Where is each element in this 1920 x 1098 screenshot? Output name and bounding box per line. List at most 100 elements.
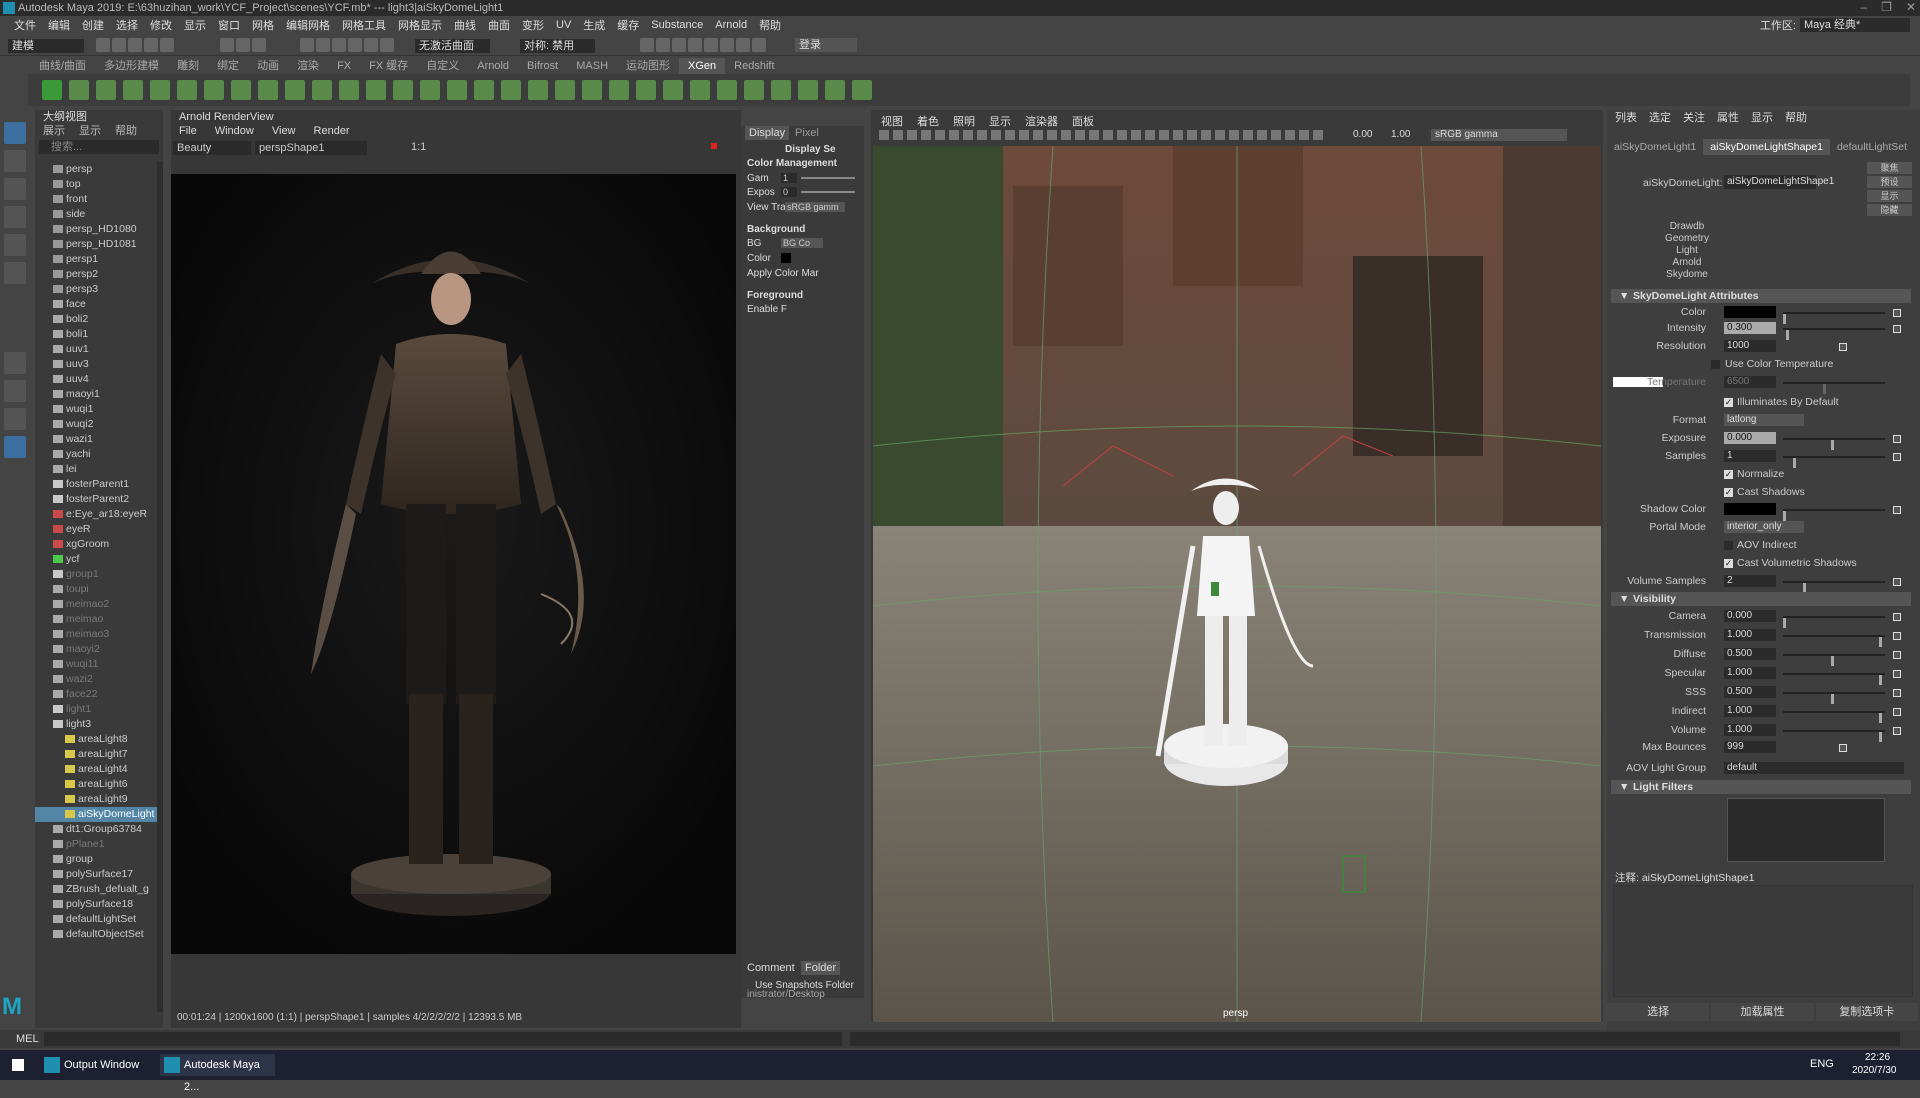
status-tool-icon[interactable] [736, 38, 750, 52]
volume-samples-field[interactable]: 2 [1724, 575, 1776, 587]
outliner-item[interactable]: xgGroom [35, 537, 163, 552]
status-tool-icon[interactable] [144, 38, 158, 52]
shelf-tab[interactable]: 渲染 [288, 58, 328, 74]
status-tool-icon[interactable] [348, 38, 362, 52]
xgen-shelf-icon[interactable] [447, 80, 467, 100]
outliner-layout-icon[interactable] [4, 436, 26, 458]
render-camera-dropdown[interactable]: perspShape1 [255, 141, 367, 155]
outliner-item[interactable]: group1 [35, 567, 163, 582]
presets-button[interactable]: 预设 [1867, 176, 1912, 188]
taskbar-maya[interactable]: Autodesk Maya 2... [160, 1054, 275, 1093]
xgen-shelf-icon[interactable] [501, 80, 521, 100]
attribute-menu-item[interactable]: 显示 [1751, 110, 1773, 126]
xgen-shelf-icon[interactable] [690, 80, 710, 100]
focus-button[interactable]: 聚焦 [1867, 162, 1912, 174]
status-tool-icon[interactable] [672, 38, 686, 52]
color-map-icon[interactable] [1893, 309, 1901, 317]
outliner-item[interactable]: eyeR [35, 522, 163, 537]
render-view-menu-item[interactable]: View [272, 124, 296, 138]
status-tool-icon[interactable] [332, 38, 346, 52]
outliner-item[interactable]: pPlane1 [35, 837, 163, 852]
attribute-menu-item[interactable]: 选定 [1649, 110, 1671, 126]
display-tab[interactable]: Display [745, 126, 790, 140]
viewport-menu-item[interactable]: 视图 [881, 113, 903, 129]
attribute-editor-button[interactable]: 复制选项卡 [1815, 1003, 1918, 1021]
render-view-menu-item[interactable]: Window [215, 124, 254, 138]
viewport-tool-icon[interactable] [893, 130, 903, 140]
paint-select-tool-icon[interactable] [4, 178, 26, 200]
status-tool-icon[interactable] [704, 38, 718, 52]
outliner-item[interactable]: defaultObjectSet [35, 927, 163, 942]
clock-date[interactable]: 2020/7/30 [1852, 1065, 1897, 1076]
windows-start-icon[interactable] [12, 1059, 24, 1071]
viewport-tool-icon[interactable] [1229, 130, 1239, 140]
status-tool-icon[interactable] [220, 38, 234, 52]
xgen-shelf-icon[interactable] [555, 80, 575, 100]
folder-tab[interactable]: Folder [801, 961, 841, 975]
outliner-item[interactable]: areaLight7 [35, 747, 163, 762]
status-tool-icon[interactable] [128, 38, 142, 52]
menu-item[interactable]: 曲线 [448, 17, 482, 33]
menu-item[interactable]: 变形 [516, 17, 550, 33]
xgen-shelf-icon[interactable] [744, 80, 764, 100]
xgen-shelf-icon[interactable] [258, 80, 278, 100]
intensity-slider[interactable] [1783, 328, 1885, 340]
viewport-tool-icon[interactable] [1313, 130, 1323, 140]
live-surface-field[interactable]: 无激活曲面 [415, 39, 490, 53]
menu-item[interactable]: 缓存 [611, 17, 645, 33]
outliner-item[interactable]: fosterParent2 [35, 492, 163, 507]
close-icon[interactable]: ✕ [1906, 0, 1916, 16]
outliner-item[interactable]: e:Eye_ar18:eyeR [35, 507, 163, 522]
light-filters-list[interactable] [1727, 798, 1885, 862]
xgen-shelf-icon[interactable] [663, 80, 683, 100]
status-tool-icon[interactable] [720, 38, 734, 52]
xgen-shelf-icon[interactable] [96, 80, 116, 100]
menu-item[interactable]: 网格 [246, 17, 280, 33]
viewport-tool-icon[interactable] [921, 130, 931, 140]
outliner-item[interactable]: ycf [35, 552, 163, 567]
attribute-menu-item[interactable]: 列表 [1615, 110, 1637, 126]
gamma-field[interactable]: 1 [781, 173, 797, 183]
lasso-tool-icon[interactable] [4, 150, 26, 172]
viewport-menu-item[interactable]: 照明 [953, 113, 975, 129]
outliner-item[interactable]: areaLight9 [35, 792, 163, 807]
visibility-map-icon[interactable] [1893, 632, 1901, 640]
outliner-item[interactable]: meimao3 [35, 627, 163, 642]
format-dropdown[interactable]: latlong [1724, 414, 1804, 426]
menu-item[interactable]: 窗口 [212, 17, 246, 33]
visibility-map-icon[interactable] [1893, 727, 1901, 735]
shadow-color-map-icon[interactable] [1893, 506, 1901, 514]
xgen-shelf-icon[interactable] [717, 80, 737, 100]
pixel-tab[interactable]: Pixel [795, 126, 819, 140]
viewport-tool-icon[interactable] [1145, 130, 1155, 140]
outliner-item[interactable]: areaLight8 [35, 732, 163, 747]
viewport-tool-icon[interactable] [1047, 130, 1057, 140]
shelf-tab[interactable]: 绑定 [208, 58, 248, 74]
two-view-layout-icon[interactable] [4, 408, 26, 430]
login-button[interactable]: 登录 [795, 38, 857, 52]
xgen-shelf-icon[interactable] [231, 80, 251, 100]
menu-item[interactable]: 网格工具 [336, 17, 392, 33]
menu-item[interactable]: 修改 [144, 17, 178, 33]
outliner-item[interactable]: persp_HD1080 [35, 222, 163, 237]
exposure-slider[interactable] [801, 191, 855, 193]
menu-item[interactable]: Substance [645, 19, 709, 31]
attribute-menu-item[interactable]: 属性 [1717, 110, 1739, 126]
intensity-field[interactable]: 0.300 [1724, 322, 1776, 334]
outliner-item[interactable]: maoyi1 [35, 387, 163, 402]
language-indicator[interactable]: ENG [1810, 1058, 1834, 1070]
shelf-tab[interactable]: 曲线/曲面 [30, 58, 95, 74]
menu-item[interactable]: UV [550, 19, 577, 31]
attribute-menu-item[interactable]: 关注 [1683, 110, 1705, 126]
menu-set-dropdown[interactable]: 建模 [8, 39, 84, 53]
viewport-tool-icon[interactable] [1299, 130, 1309, 140]
temperature-field[interactable]: 6500 [1724, 376, 1776, 388]
node-name-field[interactable]: aiSkyDomeLightShape1 [1724, 175, 1834, 189]
xgen-shelf-icon[interactable] [609, 80, 629, 100]
outliner-item[interactable]: dt1:Group63784 [35, 822, 163, 837]
light-filters-section-header[interactable]: ▼ Light Filters [1611, 780, 1911, 794]
xgen-shelf-icon[interactable] [177, 80, 197, 100]
visibility-map-icon[interactable] [1893, 708, 1901, 716]
status-tool-icon[interactable] [752, 38, 766, 52]
menu-item[interactable]: 选择 [110, 17, 144, 33]
